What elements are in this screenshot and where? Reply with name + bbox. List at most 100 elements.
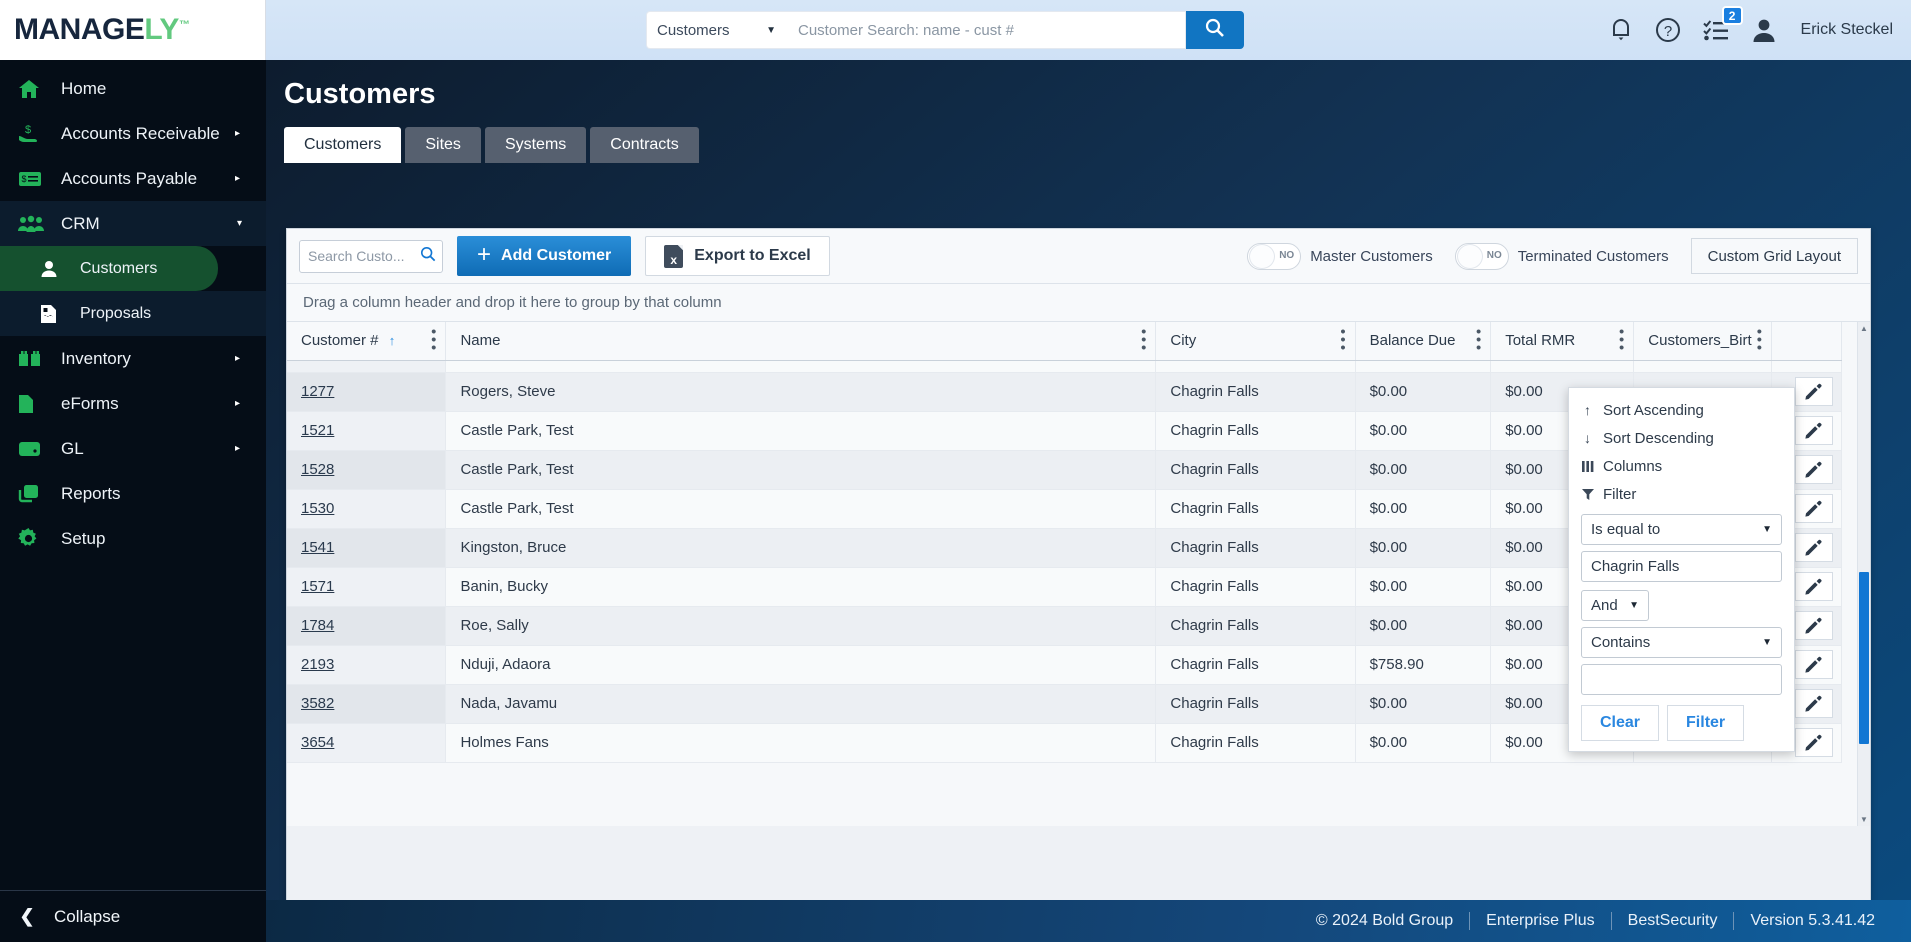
customer-number-link[interactable]: 1571 — [301, 578, 334, 595]
sidebar-item-crm[interactable]: CRM ▾ — [0, 201, 266, 246]
tasks-checklist-icon[interactable]: 2 — [1702, 6, 1743, 42]
column-header-city[interactable]: City • • • — [1155, 322, 1356, 361]
footer-product[interactable]: BestSecurity — [1612, 912, 1734, 930]
add-customer-button[interactable]: + Add Customer — [457, 236, 632, 276]
edit-row-button[interactable] — [1794, 416, 1833, 445]
filter-operator-1-select[interactable]: Is equal to ▼ — [1581, 514, 1782, 545]
footer-edition[interactable]: Enterprise Plus — [1470, 912, 1611, 930]
column-menu-button[interactable]: • • • — [431, 324, 436, 356]
scroll-down-icon[interactable]: ▼ — [1860, 815, 1868, 824]
custom-grid-layout-button[interactable]: Custom Grid Layout — [1690, 238, 1858, 274]
cell-customer-number[interactable]: 3582 — [287, 684, 447, 724]
filter-value-1-input[interactable] — [1581, 551, 1782, 582]
sidebar-item-accounts-payable[interactable]: $ Accounts Payable ▸ — [0, 156, 266, 201]
filter-clear-button[interactable]: Clear — [1581, 705, 1660, 741]
help-icon[interactable]: ? — [1655, 17, 1681, 43]
filter-value-2-input[interactable] — [1581, 664, 1782, 695]
user-name-label[interactable]: Erick Steckel — [1801, 21, 1893, 39]
sidebar-item-eforms[interactable]: eForms ▸ — [0, 381, 266, 426]
customer-number-link[interactable]: 2193 — [301, 656, 334, 673]
column-filter-menu: ↑ Sort Ascending ↓ Sort Descending Colum… — [1568, 387, 1795, 752]
tab-systems[interactable]: Systems — [484, 127, 587, 163]
filter-apply-button[interactable]: Filter — [1667, 705, 1745, 741]
table-row[interactable]: 1248Mazny, JerryChagrin Falls$0.00$0.00 — [287, 360, 1842, 373]
export-to-excel-button[interactable]: x Export to Excel — [645, 236, 830, 276]
grid-search-input[interactable] — [308, 248, 420, 264]
app-logo[interactable]: MANAGELY™ — [0, 0, 266, 60]
edit-row-button[interactable] — [1794, 572, 1833, 601]
cell-customer-number[interactable]: 1541 — [287, 528, 447, 568]
customer-number-link[interactable]: 1528 — [301, 461, 334, 478]
customer-number-link[interactable]: 1521 — [301, 422, 334, 439]
filter-logic-select[interactable]: And ▼ — [1581, 590, 1649, 621]
menu-item-filter[interactable]: Filter — [1569, 480, 1794, 508]
tab-contracts[interactable]: Contracts — [590, 127, 699, 163]
cell-customer-number[interactable]: 1784 — [287, 606, 447, 646]
cell-customer-number[interactable]: 1528 — [287, 450, 447, 490]
edit-row-button[interactable] — [1794, 533, 1833, 562]
sidebar-item-reports[interactable]: Reports — [0, 471, 266, 516]
column-menu-button[interactable]: • • • — [1619, 324, 1624, 356]
edit-row-button[interactable] — [1794, 494, 1833, 523]
column-header-customers-birthdate[interactable]: Customers_Birt • • • — [1633, 322, 1773, 361]
terminated-customers-toggle[interactable]: NO — [1454, 242, 1509, 270]
column-menu-button[interactable]: • • • — [1757, 324, 1762, 356]
sidebar-item-setup[interactable]: Setup — [0, 516, 266, 561]
customer-number-link[interactable]: 1248 — [301, 360, 334, 361]
search-button[interactable] — [1186, 11, 1244, 49]
edit-row-button[interactable] — [1794, 455, 1833, 484]
sidebar-item-accounts-receivable[interactable]: $ Accounts Receivable ▸ — [0, 111, 266, 156]
scroll-up-icon[interactable]: ▲ — [1860, 324, 1868, 333]
notifications-bell-icon[interactable] — [1609, 17, 1633, 43]
avatar[interactable] — [1751, 17, 1777, 43]
menu-item-sort-descending[interactable]: ↓ Sort Descending — [1569, 424, 1794, 452]
edit-row-button[interactable] — [1794, 377, 1833, 406]
sidebar-item-home[interactable]: Home — [0, 66, 266, 111]
cell-customer-number[interactable]: 1277 — [287, 372, 447, 412]
scrollbar-thumb[interactable] — [1859, 572, 1869, 744]
sidebar-collapse-button[interactable]: ❮ Collapse — [0, 890, 266, 942]
tab-sites[interactable]: Sites — [405, 127, 481, 163]
cell-customer-number[interactable]: 2193 — [287, 645, 447, 685]
column-header-balance-due[interactable]: Balance Due • • • — [1355, 322, 1492, 361]
menu-item-label: Sort Descending — [1603, 429, 1714, 447]
customer-number-link[interactable]: 1277 — [301, 383, 334, 400]
search-icon[interactable] — [420, 246, 436, 267]
cell-customer-number[interactable]: 1571 — [287, 567, 447, 607]
global-search-input[interactable] — [786, 11, 1186, 49]
filter-operator-2-select[interactable]: Contains ▼ — [1581, 627, 1782, 658]
cell-customer-number[interactable]: 1530 — [287, 489, 447, 529]
sidebar-item-proposals[interactable]: Proposals — [0, 291, 266, 336]
column-menu-button[interactable]: • • • — [1340, 324, 1345, 356]
edit-row-button[interactable] — [1794, 728, 1833, 757]
customer-number-link[interactable]: 3582 — [301, 695, 334, 712]
edit-row-button[interactable] — [1794, 650, 1833, 679]
grid-vertical-scrollbar[interactable]: ▲ ▼ — [1857, 322, 1870, 826]
customer-number-link[interactable]: 1784 — [301, 617, 334, 634]
column-menu-button[interactable]: • • • — [1141, 324, 1146, 356]
grid-search-box[interactable] — [299, 239, 443, 273]
customer-number-link[interactable]: 1530 — [301, 500, 334, 517]
cell-customer-number[interactable]: 1248 — [287, 360, 447, 373]
column-header-customer-number[interactable]: Customer # ↑ • • • — [287, 322, 447, 361]
sidebar-item-gl[interactable]: GL ▸ — [0, 426, 266, 471]
edit-row-button[interactable] — [1794, 611, 1833, 640]
column-header-name[interactable]: Name • • • — [445, 322, 1157, 361]
cell-city: Chagrin Falls — [1155, 723, 1356, 763]
menu-item-columns[interactable]: Columns — [1569, 452, 1794, 480]
tab-customers[interactable]: Customers — [284, 127, 402, 163]
cell-actions[interactable] — [1771, 360, 1842, 373]
sidebar-item-customers[interactable]: Customers — [0, 246, 218, 291]
master-customers-toggle[interactable]: NO — [1247, 242, 1302, 270]
customer-number-link[interactable]: 1541 — [301, 539, 334, 556]
menu-item-sort-ascending[interactable]: ↑ Sort Ascending — [1569, 396, 1794, 424]
search-scope-dropdown[interactable]: Customers ▼ — [646, 11, 786, 49]
sidebar-item-inventory[interactable]: Inventory ▸ — [0, 336, 266, 381]
column-menu-button[interactable]: • • • — [1476, 324, 1481, 356]
column-header-total-rmr[interactable]: Total RMR • • • — [1490, 322, 1635, 361]
cell-customer-number[interactable]: 3654 — [287, 723, 447, 763]
cell-customer-number[interactable]: 1521 — [287, 411, 447, 451]
edit-row-button[interactable] — [1794, 689, 1833, 718]
customer-number-link[interactable]: 3654 — [301, 734, 334, 751]
group-by-drop-area[interactable]: Drag a column header and drop it here to… — [287, 284, 1870, 322]
